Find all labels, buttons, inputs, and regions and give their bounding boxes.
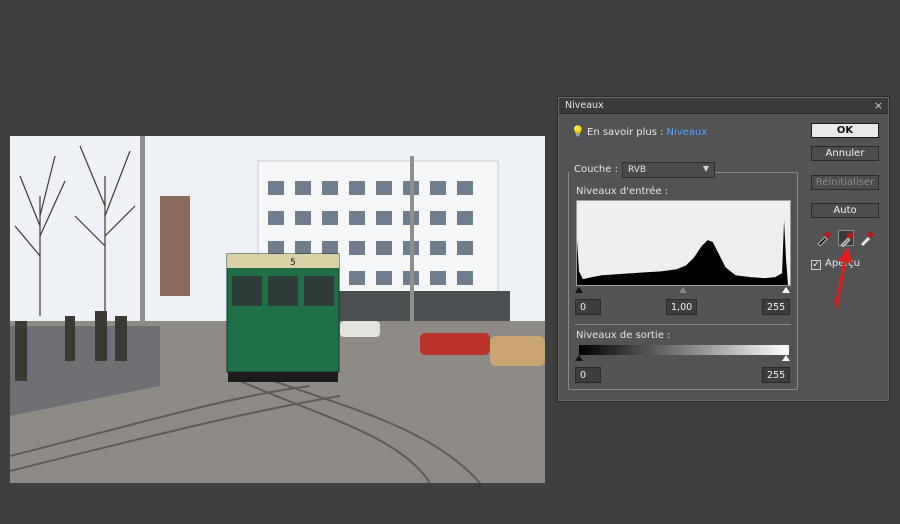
dialog-titlebar[interactable]: Niveaux × <box>559 98 888 114</box>
black-eyedropper-icon[interactable] <box>816 230 832 246</box>
chevron-down-icon: ▼ <box>702 164 709 173</box>
histogram <box>576 200 791 286</box>
input-levels-label: Niveaux d'entrée : <box>576 186 669 197</box>
preview-label: Aperçu <box>825 258 861 269</box>
input-black-field[interactable]: 0 <box>575 299 601 315</box>
levels-dialog: Niveaux × 💡 En savoir plus : Niveaux Couch… <box>557 96 890 402</box>
channel-select[interactable]: RVB ▼ <box>622 162 715 178</box>
output-levels-label: Niveaux de sortie : <box>576 330 671 341</box>
tram-number: 5 <box>290 258 296 268</box>
auto-button[interactable]: Auto <box>811 203 879 218</box>
output-white-slider[interactable] <box>782 355 790 361</box>
preview-checkbox[interactable]: ✓ Aperçu <box>811 258 860 270</box>
close-icon[interactable]: × <box>874 99 883 112</box>
output-white-field[interactable]: 255 <box>762 367 790 383</box>
output-black-field[interactable]: 0 <box>575 367 601 383</box>
reset-button[interactable]: Réinitialiser <box>811 175 879 190</box>
channel-label: Couche : <box>570 164 622 175</box>
divider <box>575 324 791 325</box>
learn-more: 💡 En savoir plus : Niveaux <box>571 125 707 138</box>
ok-button[interactable]: OK <box>811 123 879 138</box>
input-black-slider[interactable] <box>575 287 583 293</box>
input-gamma-slider[interactable] <box>679 287 687 293</box>
input-white-slider[interactable] <box>782 287 790 293</box>
photo-canvas: 5 <box>10 136 545 483</box>
lightbulb-icon: 💡 <box>571 125 585 138</box>
checkmark-icon[interactable]: ✓ <box>811 260 821 270</box>
white-eyedropper-icon[interactable] <box>859 230 875 246</box>
channel-value: RVB <box>628 165 647 175</box>
input-white-field[interactable]: 255 <box>762 299 790 315</box>
dialog-title: Niveaux <box>565 100 604 111</box>
cancel-button[interactable]: Annuler <box>811 146 879 161</box>
learn-more-label: En savoir plus : <box>587 127 664 138</box>
output-gradient <box>579 345 789 355</box>
input-gamma-field[interactable]: 1,00 <box>666 299 697 315</box>
output-black-slider[interactable] <box>575 355 583 361</box>
learn-more-link[interactable]: Niveaux <box>667 127 708 138</box>
gray-eyedropper-icon[interactable] <box>838 230 855 247</box>
